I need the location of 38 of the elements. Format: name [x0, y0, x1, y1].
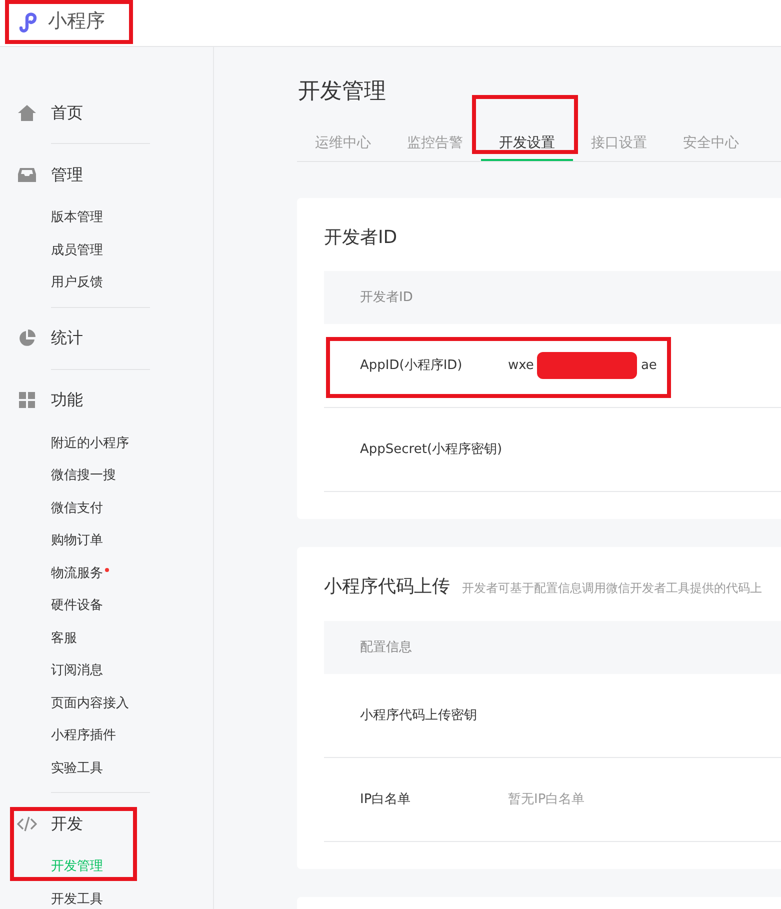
- sidebar-item[interactable]: 小程序插件: [51, 728, 116, 743]
- sidebar-group[interactable]: 开发: [51, 812, 83, 836]
- sidebar-item[interactable]: 客服: [51, 630, 77, 646]
- grid-icon: [17, 390, 37, 410]
- row-label: IP白名单: [360, 790, 412, 809]
- sidebar-item[interactable]: 页面内容接入: [51, 696, 129, 710]
- sidebar-item[interactable]: 微信支付: [51, 500, 103, 516]
- row-label: AppSecret(小程序密钥): [360, 440, 504, 459]
- sidebar-item[interactable]: 硬件设备: [51, 598, 103, 613]
- sidebar-group[interactable]: 统计: [51, 326, 83, 350]
- sidebar-item[interactable]: 用户反馈: [51, 275, 103, 290]
- sidebar-group[interactable]: 首页: [51, 100, 83, 124]
- row-label: 小程序代码上传密钥: [360, 706, 478, 725]
- sidebar-item[interactable]: 版本管理: [51, 210, 103, 225]
- sidebar-item[interactable]: 附近的小程序: [51, 436, 129, 450]
- row-label: AppID(小程序ID): [360, 356, 464, 375]
- sidebar-group[interactable]: 功能: [51, 388, 83, 412]
- row-value: wxe: [508, 356, 534, 375]
- logo-text[interactable]: 小程序: [48, 7, 105, 36]
- sidebar-group[interactable]: 管理: [51, 162, 83, 186]
- table-header: 配置信息: [360, 638, 412, 657]
- sidebar-item[interactable]: 订阅消息: [51, 663, 103, 678]
- pie-chart-icon: [17, 328, 37, 348]
- section-description: 开发者可基于配置信息调用微信开发者工具提供的代码上: [462, 580, 762, 597]
- sidebar-item[interactable]: 购物订单: [51, 533, 103, 548]
- section-title: 开发者ID: [324, 226, 398, 250]
- tab[interactable]: 开发设置: [481, 126, 573, 161]
- page-title: 开发管理: [298, 78, 387, 106]
- sidebar-item[interactable]: 成员管理: [51, 242, 103, 258]
- section-title: 小程序代码上传: [324, 575, 450, 599]
- table-header: 开发者ID: [360, 288, 413, 307]
- row-value: 暂无IP白名单: [508, 790, 585, 809]
- home-icon: [17, 102, 37, 122]
- sidebar-item[interactable]: 物流服务: [51, 566, 103, 580]
- sidebar-item[interactable]: 微信搜一搜: [51, 468, 116, 483]
- row-value: ae: [640, 356, 657, 375]
- sidebar-item[interactable]: 开发工具: [51, 892, 103, 906]
- sidebar-item[interactable]: 实验工具: [51, 760, 103, 776]
